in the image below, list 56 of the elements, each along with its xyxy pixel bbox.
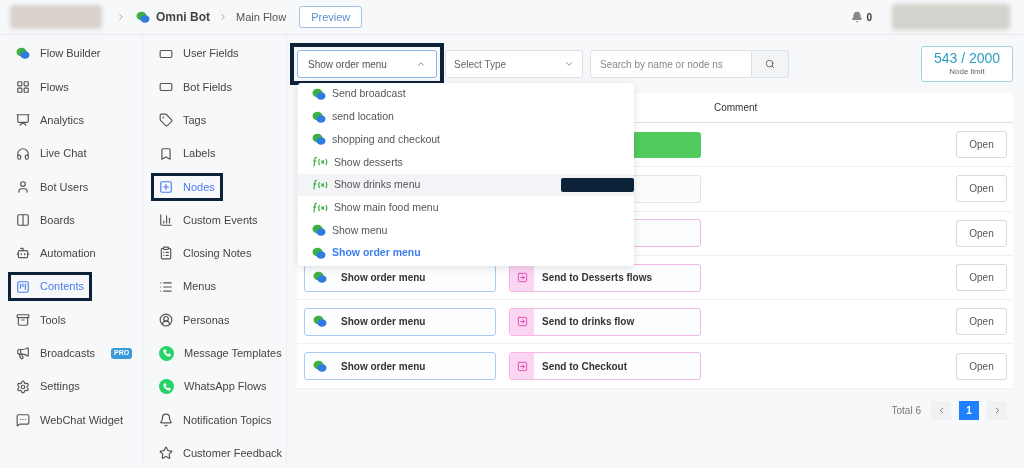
node-count: 543 / 2000 — [933, 50, 1001, 66]
page-button[interactable]: 1 — [959, 400, 979, 420]
open-button[interactable]: Open — [956, 308, 1007, 336]
nav-item[interactable]: Closing Notes — [151, 239, 260, 268]
dropdown-option[interactable]: Send broadcast — [298, 83, 634, 106]
dropdown-option[interactable]: Show order menu — [298, 241, 634, 265]
column-header: Comment — [714, 101, 758, 115]
nav-item[interactable]: Menus — [151, 272, 225, 301]
nav-item[interactable]: WebChat Widget — [8, 405, 131, 435]
node-chip: Show order menu — [304, 352, 496, 381]
nav-item[interactable]: Broadcasts — [8, 339, 104, 368]
nav-item[interactable]: Customer Feedback — [151, 438, 291, 468]
node-chip: Show order menu — [304, 307, 496, 336]
nav-item[interactable]: Contents — [8, 272, 93, 301]
open-button[interactable]: Open — [956, 219, 1007, 247]
chip-label: Send to Checkout — [541, 359, 627, 374]
nav-item[interactable]: Automation — [8, 239, 104, 268]
bot-name: Omni Bot — [156, 9, 210, 26]
nav-item[interactable]: Tags — [151, 106, 215, 135]
nav-item[interactable]: Tools — [8, 305, 74, 335]
dropdown-option[interactable]: Show drinks menu — [298, 173, 634, 197]
node-limit-label: Node limit — [949, 66, 985, 78]
nav-item[interactable]: Custom Events — [151, 205, 266, 235]
nav-item[interactable]: User Fields — [151, 39, 247, 68]
nav-item[interactable]: Settings — [8, 372, 88, 401]
open-button[interactable]: Open — [956, 352, 1007, 380]
dropdown-option[interactable]: Show main food menu — [298, 196, 634, 220]
preview-button[interactable]: Preview — [299, 6, 363, 28]
chip-label: Send to drinks flow — [541, 315, 635, 330]
nav-item[interactable]: Flows — [8, 72, 77, 102]
dropdown-option[interactable]: shopping and checkout — [298, 128, 634, 152]
nav-item[interactable]: Boards — [8, 205, 83, 235]
dropdown-option[interactable]: Show menu — [298, 219, 634, 242]
search-field[interactable]: Search by name or node ns — [590, 50, 752, 78]
nav-item[interactable]: WhatsApp Flows — [151, 372, 275, 401]
type-select[interactable]: Select Type — [445, 50, 583, 78]
open-button[interactable]: Open — [956, 264, 1007, 292]
nav-item[interactable]: Nodes — [151, 172, 223, 202]
nav-item[interactable]: Analytics — [8, 106, 93, 135]
open-button[interactable]: Open — [956, 131, 1007, 159]
dropdown-option[interactable]: send location — [298, 105, 634, 129]
nav-item[interactable]: Flow Builder — [8, 39, 109, 68]
dropdown-option[interactable]: Show desserts — [298, 151, 634, 174]
nav-item[interactable]: Notification Topics — [151, 405, 280, 435]
open-button[interactable]: Open — [956, 175, 1007, 203]
notification-count: 0 — [866, 10, 872, 25]
nav-item[interactable]: Bot Fields — [151, 72, 240, 102]
chip-label: Send to Desserts flows — [541, 271, 653, 286]
total-count: Total 6 — [891, 403, 921, 418]
nav-item[interactable]: Labels — [151, 139, 224, 168]
flow-select[interactable]: Show order menu — [297, 50, 437, 78]
nav-item[interactable]: Bot Users — [8, 172, 97, 202]
nav-item[interactable]: Personas — [151, 305, 238, 335]
nav-item[interactable]: Live Chat — [8, 139, 95, 168]
flow-name: Main Flow — [236, 9, 287, 25]
nav-item[interactable]: Message Templates — [151, 339, 290, 368]
